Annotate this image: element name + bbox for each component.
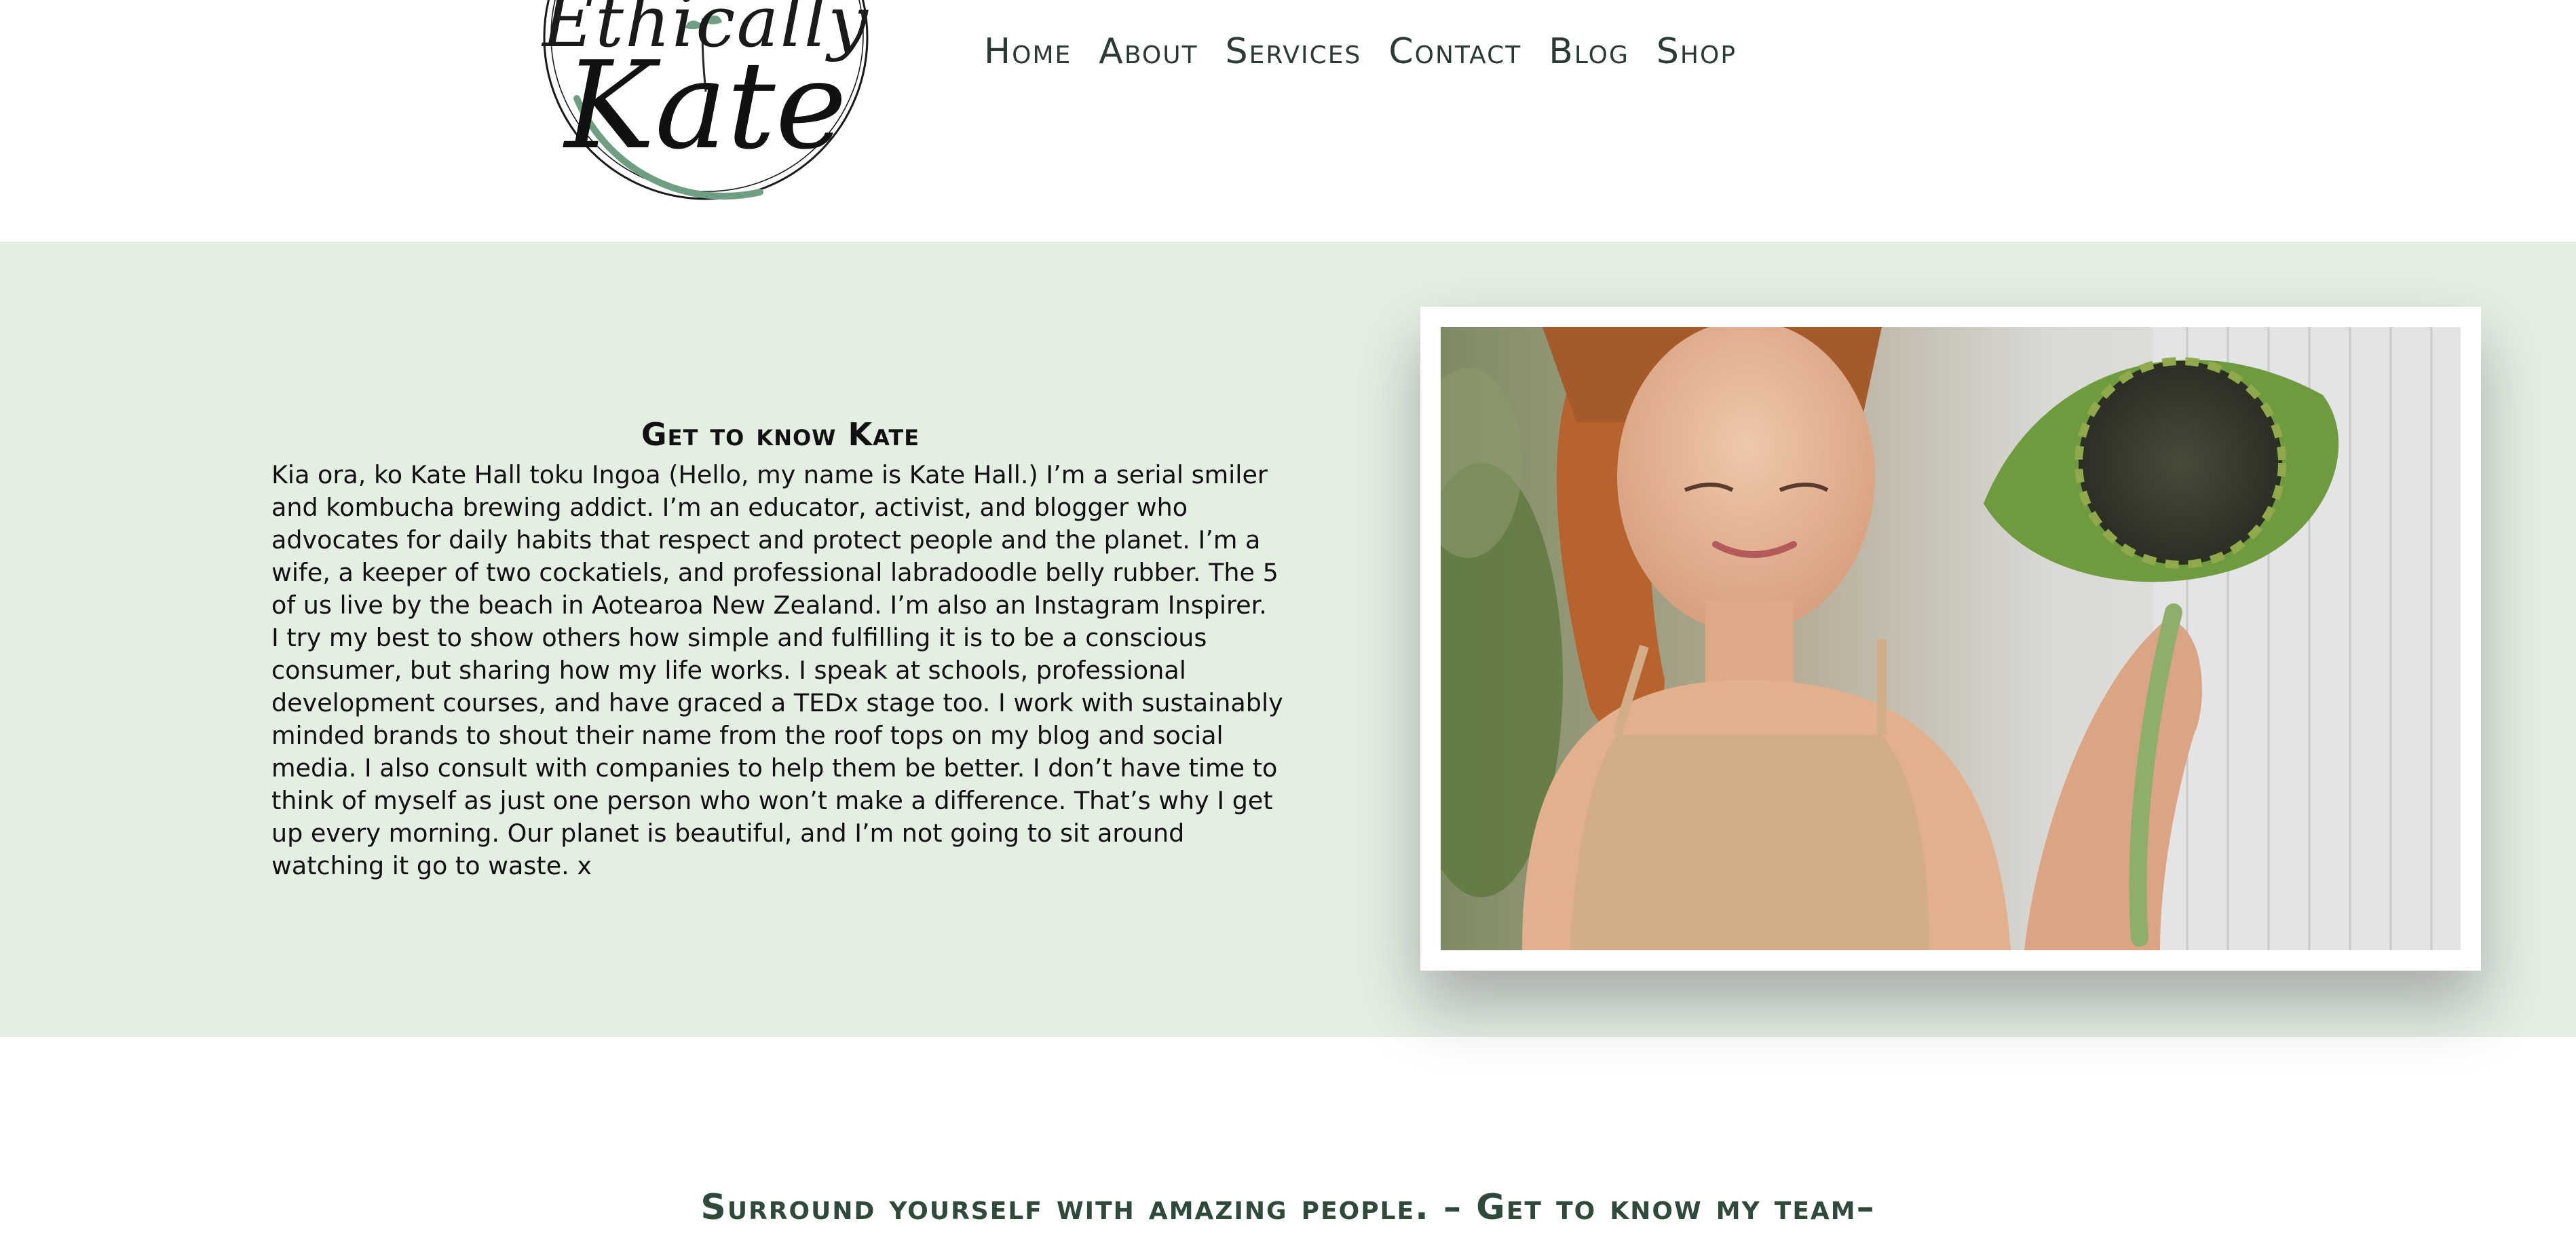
about-paragraph-1: Kia ora, ko Kate Hall toku Ingoa (Hello,… (271, 460, 1278, 620)
site-logo[interactable]: Ethically Kate (536, 0, 875, 207)
main-navigation: Home About Services Contact Blog Shop (984, 27, 1737, 76)
team-tagline: Surround yourself with amazing people. –… (700, 1187, 1876, 1229)
nav-item-blog[interactable]: Blog (1549, 27, 1629, 76)
about-section: Get to know Kate Kia ora, ko Kate Hall t… (0, 242, 2576, 1037)
site-header: Ethically Kate Home About Services Conta… (0, 0, 2576, 242)
logo-main-word: Kate (565, 35, 847, 176)
nav-item-shop[interactable]: Shop (1656, 27, 1737, 76)
portrait-photo (1441, 327, 2461, 950)
nav-item-services[interactable]: Services (1226, 27, 1362, 76)
portrait-photo-icon (1441, 327, 2461, 950)
nav-item-contact[interactable]: Contact (1388, 27, 1521, 76)
about-heading: Get to know Kate (641, 416, 920, 453)
about-text: Kia ora, ko Kate Hall toku Ingoa (Hello,… (271, 459, 1296, 882)
photo-frame (1420, 307, 2481, 971)
about-paragraph-2: I try my best to show others how simple … (271, 623, 1283, 880)
nav-item-home[interactable]: Home (984, 27, 1072, 76)
nav-item-about[interactable]: About (1099, 27, 1198, 76)
